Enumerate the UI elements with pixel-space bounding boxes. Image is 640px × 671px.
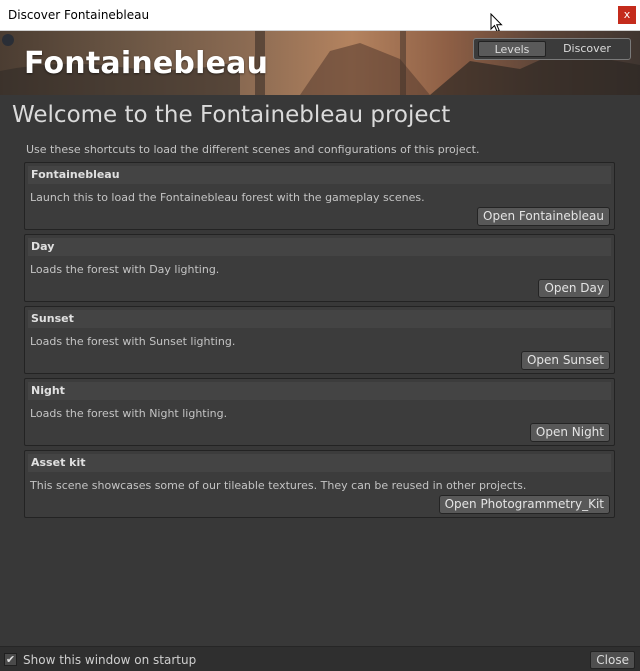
card-title: Fontainebleau [28, 166, 611, 184]
open-night-button[interactable]: Open Night [529, 423, 610, 442]
card-title: Sunset [28, 310, 611, 328]
card-title: Asset kit [28, 454, 611, 472]
startup-checkbox[interactable]: ✔ [4, 653, 17, 666]
card-description: Launch this to load the Fontainebleau fo… [30, 191, 425, 204]
mouse-cursor-icon [490, 13, 503, 33]
scene-card-fontainebleau: Fontainebleau Launch this to load the Fo… [24, 162, 615, 230]
open-day-button[interactable]: Open Day [538, 279, 610, 298]
card-description: This scene showcases some of our tileabl… [30, 479, 527, 492]
tab-levels[interactable]: Levels [478, 41, 546, 57]
card-title: Night [28, 382, 611, 400]
open-fontainebleau-button[interactable]: Open Fontainebleau [477, 207, 610, 226]
close-button[interactable]: Close [590, 651, 635, 669]
intro-text: Use these shortcuts to load the differen… [26, 143, 480, 156]
scene-card-asset-kit: Asset kit This scene showcases some of o… [24, 450, 615, 518]
card-description: Loads the forest with Sunset lighting. [30, 335, 236, 348]
card-description: Loads the forest with Night lighting. [30, 407, 228, 420]
window-close-button[interactable]: x [618, 6, 636, 24]
startup-checkbox-label[interactable]: Show this window on startup [23, 653, 196, 667]
open-sunset-button[interactable]: Open Sunset [520, 351, 610, 370]
window-title: Discover Fontainebleau [8, 8, 150, 22]
scene-card-sunset: Sunset Loads the forest with Sunset ligh… [24, 306, 615, 374]
banner-dot-icon [2, 34, 14, 46]
banner-logo: Fontainebleau [24, 46, 269, 81]
scene-card-night: Night Loads the forest with Night lighti… [24, 378, 615, 446]
card-description: Loads the forest with Day lighting. [30, 263, 220, 276]
header-banner: Fontainebleau Levels Discover [0, 31, 640, 95]
window-titlebar: Discover Fontainebleau x [0, 0, 640, 31]
card-title: Day [28, 238, 611, 256]
scene-card-day: Day Loads the forest with Day lighting. … [24, 234, 615, 302]
view-toggle: Levels Discover [473, 38, 631, 60]
tab-discover[interactable]: Discover [548, 41, 626, 57]
open-photogrammetry-kit-button[interactable]: Open Photogrammetry_Kit [438, 495, 610, 514]
page-title: Welcome to the Fontainebleau project [12, 102, 451, 128]
footer-bar: ✔ Show this window on startup Close [0, 646, 640, 671]
